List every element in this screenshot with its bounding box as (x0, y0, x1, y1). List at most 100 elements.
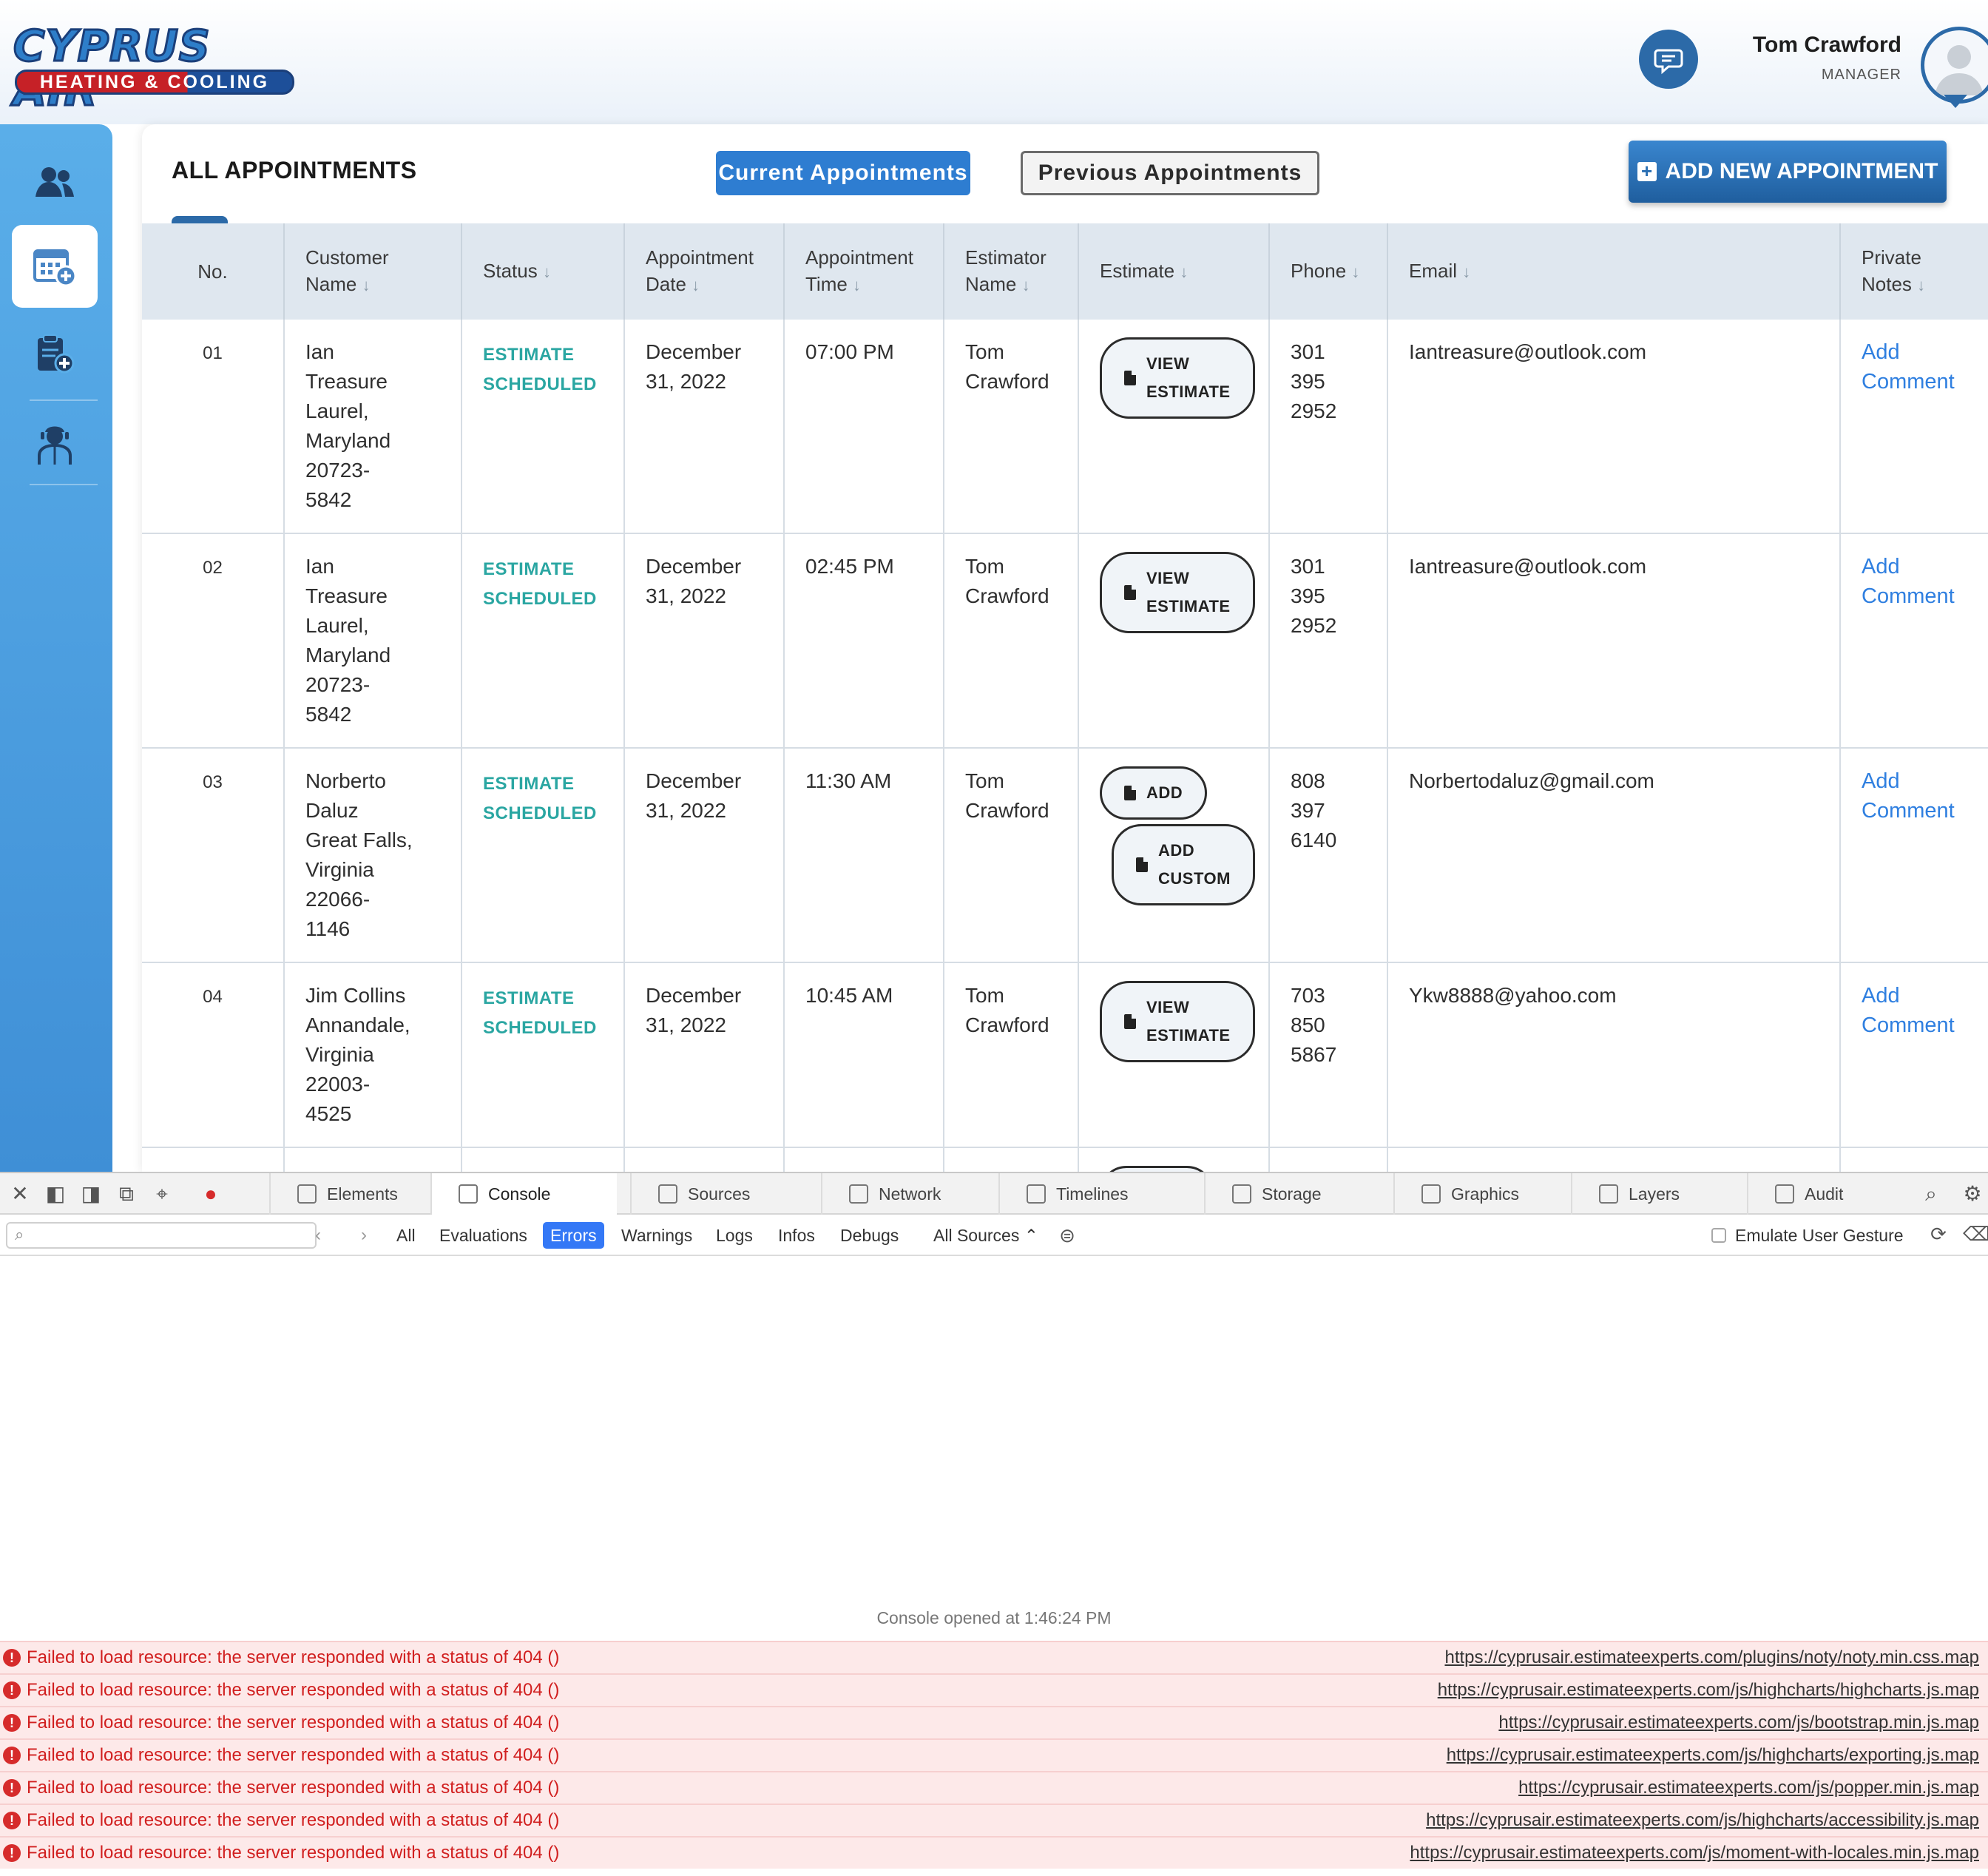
detach-window-icon[interactable]: ⧉ (115, 1184, 138, 1204)
add-comment-link[interactable]: Add Comment (1862, 769, 1955, 823)
tab-previous-appointments[interactable]: Previous Appointments (1021, 151, 1319, 195)
table-row[interactable]: 03 Norberto Daluz Great Falls, Virginia 2206… (142, 748, 1988, 963)
tab-elements[interactable]: Elements (269, 1173, 430, 1215)
phone-number: 301 (1291, 340, 1325, 363)
clear-console-icon[interactable]: ⌫ (1963, 1224, 1988, 1244)
dock-left-icon[interactable]: ◧ (44, 1184, 67, 1204)
error-source-link[interactable]: https://cyprusair.estimateexperts.com/js… (1426, 1805, 1979, 1836)
estimator-name: Crawford (965, 799, 1049, 822)
col-header-estimator-name[interactable]: Estimator Name ↓ (944, 223, 1079, 320)
table-row[interactable]: 05 Willie Price ESTIMATE December 01:45 … (142, 1147, 1988, 1172)
close-icon[interactable]: ✕ (9, 1184, 31, 1204)
tab-graphics[interactable]: Graphics (1393, 1173, 1571, 1215)
error-indicator-icon[interactable]: ● (200, 1184, 222, 1204)
tab-timelines[interactable]: Timelines (998, 1173, 1204, 1215)
filter-warnings[interactable]: Warnings (614, 1222, 700, 1249)
col-header-estimate[interactable]: Estimate ↓ (1078, 223, 1270, 320)
console-error-row[interactable]: ! Failed to load resource: the server re… (0, 1836, 1988, 1869)
user-avatar[interactable] (1921, 27, 1988, 104)
error-source-link[interactable]: https://cyprusair.estimateexperts.com/js… (1498, 1707, 1979, 1738)
error-source-link[interactable]: https://cyprusair.estimateexperts.com/js… (1410, 1838, 1979, 1869)
col-header-phone[interactable]: Phone ↓ (1269, 223, 1388, 320)
emulate-user-gesture-toggle[interactable]: Emulate User Gesture (1711, 1222, 1904, 1249)
table-row[interactable]: 01 Ian Treasure Laurel, Maryland 20723- 5842 … (142, 320, 1988, 534)
console-error-row[interactable]: ! Failed to load resource: the server re… (0, 1641, 1988, 1673)
company-logo[interactable]: CYPRUS AIR HEATING & COOLING (13, 23, 294, 114)
document-icon (1124, 786, 1136, 800)
dock-right-icon[interactable]: ◨ (80, 1184, 102, 1204)
sidebar-item-technicians[interactable] (12, 402, 98, 485)
emulate-user-gesture-checkbox[interactable] (1711, 1228, 1726, 1243)
search-icon[interactable]: ⌕ (1920, 1184, 1942, 1204)
console-search-input[interactable]: ⌕ ‹ › (6, 1222, 367, 1249)
element-picker-icon[interactable]: ⌖ (151, 1184, 173, 1204)
console-error-row[interactable]: ! Failed to load resource: the server re… (0, 1804, 1988, 1836)
estimate-action-button[interactable]: ADD (1100, 766, 1208, 820)
tab-network[interactable]: Network (821, 1173, 998, 1215)
sources-select[interactable]: All Sources ⌃ (926, 1222, 1046, 1249)
error-source-link[interactable]: https://cyprusair.estimateexperts.com/pl… (1444, 1642, 1979, 1673)
filter-debugs[interactable]: Debugs (833, 1222, 906, 1249)
phone-number: 395 (1291, 584, 1325, 607)
document-icon (1136, 857, 1148, 872)
appointment-date: December (646, 984, 742, 1007)
error-icon: ! (3, 1779, 21, 1797)
filter-evaluations[interactable]: Evaluations (432, 1222, 535, 1249)
col-header-status[interactable]: Status ↓ (462, 223, 625, 320)
add-comment-link[interactable]: Add Comment (1862, 340, 1955, 394)
error-source-link[interactable]: https://cyprusair.estimateexperts.com/js… (1447, 1740, 1979, 1771)
tab-storage[interactable]: Storage (1204, 1173, 1393, 1215)
tab-label: Sources (688, 1184, 751, 1204)
sidebar-item-customers[interactable] (12, 141, 98, 223)
chat-bubble-icon (1654, 49, 1683, 75)
col-header-appointment-date[interactable]: Appointment Date ↓ (624, 223, 785, 320)
estimate-action-button[interactable]: VIEW (1100, 1166, 1214, 1172)
sidebar-item-appointments[interactable] (12, 225, 98, 308)
customer-text: 22066- (305, 888, 371, 911)
row-number: 01 (203, 343, 223, 363)
sidebar-item-estimates[interactable] (12, 312, 98, 395)
tab-current-appointments[interactable]: Current Appointments (716, 151, 970, 195)
filter-logs[interactable]: Logs (709, 1222, 760, 1249)
col-header-appointment-time[interactable]: Appointment Time ↓ (784, 223, 944, 320)
chat-button[interactable] (1639, 30, 1698, 89)
filter-all[interactable]: All (389, 1222, 423, 1249)
add-comment-link[interactable]: Add Comment (1862, 984, 1955, 1037)
customer-text: 20723- (305, 459, 371, 482)
col-header-no[interactable]: No. (142, 223, 285, 320)
estimate-action-button[interactable]: VIEW ESTIMATE (1100, 981, 1255, 1062)
estimate-action-button[interactable]: VIEW ESTIMATE (1100, 552, 1255, 633)
table-row[interactable]: 04 Jim Collins Annandale, Virginia 22003- 45… (142, 962, 1988, 1148)
gear-icon[interactable]: ⚙ (1961, 1184, 1984, 1204)
col-header-email[interactable]: Email ↓ (1387, 223, 1841, 320)
appointments-table-container[interactable]: No. Customer Name ↓ Status ↓ Appointment D… (142, 223, 1988, 1172)
console-error-row[interactable]: ! Failed to load resource: the server re… (0, 1771, 1988, 1804)
customer-text: Virginia (305, 858, 374, 881)
tab-audit[interactable]: Audit (1747, 1173, 1902, 1215)
filter-errors[interactable]: Errors (543, 1222, 604, 1249)
col-header-private-notes[interactable]: Private Notes ↓ (1840, 223, 1988, 320)
estimate-action-button[interactable]: VIEW ESTIMATE (1100, 337, 1255, 419)
console-error-row[interactable]: ! Failed to load resource: the server re… (0, 1738, 1988, 1771)
console-error-row[interactable]: ! Failed to load resource: the server re… (0, 1706, 1988, 1738)
cell-time: 01:45 PM (784, 1147, 944, 1172)
tab-layers[interactable]: Layers (1571, 1173, 1747, 1215)
status-badge: SCHEDULED (483, 803, 597, 823)
error-source-link[interactable]: https://cyprusair.estimateexperts.com/js… (1438, 1675, 1979, 1706)
error-source-link[interactable]: https://cyprusair.estimateexperts.com/js… (1518, 1772, 1979, 1804)
tab-sources[interactable]: Sources (630, 1173, 808, 1215)
table-row[interactable]: 02 Ian Treasure Laurel, Maryland 20723- 5842 … (142, 533, 1988, 749)
estimate-action-button[interactable]: ADD CUSTOM (1112, 824, 1255, 905)
previous-match-icon[interactable]: ‹ (315, 1224, 321, 1247)
filter-options-icon[interactable]: ⊜ (1056, 1225, 1078, 1246)
col-header-customer-name[interactable]: Customer Name ↓ (284, 223, 462, 320)
add-new-appointment-button[interactable]: + ADD NEW APPOINTMENT (1629, 141, 1947, 203)
document-icon (1124, 371, 1136, 385)
console-error-row[interactable]: ! Failed to load resource: the server re… (0, 1673, 1988, 1706)
next-match-icon[interactable]: › (361, 1224, 367, 1247)
filter-infos[interactable]: Infos (771, 1222, 822, 1249)
tab-console[interactable]: Console (430, 1173, 617, 1215)
refresh-icon[interactable]: ⟳ (1927, 1224, 1950, 1244)
add-comment-link[interactable]: Add Comment (1862, 555, 1955, 608)
estimator-name: Tom (965, 984, 1004, 1007)
